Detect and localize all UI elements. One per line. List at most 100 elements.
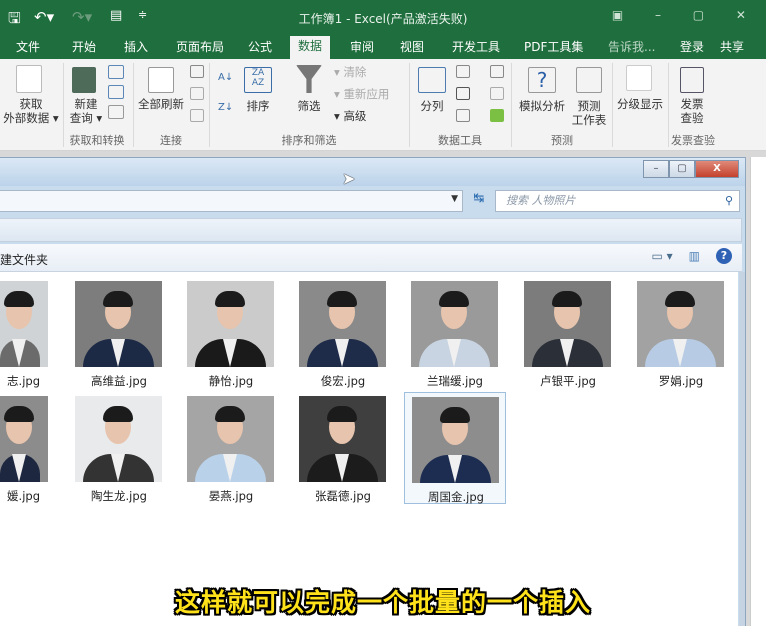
explorer-title-bar[interactable]: – ▢ X	[0, 158, 745, 186]
tab-0[interactable]: 文件	[8, 38, 48, 59]
what-if-icon: ?	[528, 67, 556, 93]
file-item[interactable]: 静怡.jpg	[180, 277, 282, 389]
file-name: 静怡.jpg	[208, 374, 254, 388]
text-to-columns-button[interactable]: 分列	[414, 99, 450, 113]
refresh-icon[interactable]: ↹	[468, 191, 490, 211]
file-item[interactable]: 罗娟.jpg	[630, 277, 732, 389]
search-input[interactable]: 搜索 人物照片 ⚲	[495, 190, 740, 212]
menu-band	[0, 218, 742, 242]
view-options-icon[interactable]: ▭ ▾	[651, 249, 672, 263]
forecast-sheet-button[interactable]: 预测 工作表	[570, 99, 608, 127]
outline-icon	[626, 65, 652, 91]
new-folder-button[interactable]: 建文件夹	[0, 251, 48, 268]
outline-button[interactable]: 分级显示	[614, 97, 666, 111]
file-item[interactable]: 卢银平.jpg	[517, 277, 619, 389]
connections-icon[interactable]	[190, 65, 204, 78]
command-bar: 建文件夹 ▭ ▾ ▥ ?	[0, 244, 742, 272]
file-item[interactable]: 媛.jpg	[0, 392, 48, 504]
group-label: 数据工具	[438, 134, 482, 147]
photo-thumbnail	[411, 281, 498, 367]
tab-11[interactable]: 登录	[672, 38, 712, 59]
advanced-button[interactable]: ▾ 高级	[334, 109, 366, 123]
photo-thumbnail	[637, 281, 724, 367]
tab-2[interactable]: 插入	[116, 38, 156, 59]
photo-thumbnail	[0, 396, 48, 482]
file-name: 高维益.jpg	[91, 374, 147, 388]
data-validation-icon[interactable]	[456, 109, 470, 122]
file-item[interactable]: 兰瑞缓.jpg	[404, 277, 506, 389]
ribbon-tabs: 文件 开始 插入 页面布局 公式 数据 审阅 视图 开发工具 PDF工具集 告诉我... 登录 共享	[0, 35, 766, 59]
remove-duplicates-icon[interactable]	[456, 87, 470, 100]
scrollbar[interactable]	[739, 272, 745, 626]
file-item[interactable]: 陶生龙.jpg	[68, 392, 170, 504]
photo-thumbnail	[75, 281, 162, 367]
chevron-down-icon[interactable]: ▼	[451, 194, 458, 204]
tab-3[interactable]: 页面布局	[168, 38, 232, 59]
file-name: 张磊德.jpg	[315, 489, 371, 503]
manage-data-model-icon[interactable]	[490, 109, 504, 122]
tab-6[interactable]: 审阅	[342, 38, 382, 59]
address-bar[interactable]: ▼	[0, 190, 463, 212]
file-item[interactable]: 周国金.jpg	[404, 392, 506, 504]
tab-12[interactable]: 共享	[712, 38, 752, 59]
file-item[interactable]: 晏燕.jpg	[180, 392, 282, 504]
tab-4[interactable]: 公式	[240, 38, 280, 59]
sort-icon: ZA AZ	[244, 67, 272, 93]
group-label: 预测	[551, 134, 573, 147]
search-placeholder: 搜索 人物照片	[506, 194, 576, 207]
invoice-check-button[interactable]: 发票 查验	[672, 97, 712, 125]
window-controls[interactable]: ▣ – ▢ ✕	[612, 8, 760, 22]
mouse-cursor-icon: ➤	[342, 169, 356, 188]
refresh-all-icon	[148, 67, 174, 93]
sort-button[interactable]: 排序	[240, 99, 276, 113]
tab-9[interactable]: PDF工具集	[516, 38, 591, 59]
file-item[interactable]: 高维益.jpg	[68, 277, 170, 389]
relationships-icon[interactable]	[490, 87, 504, 100]
from-table-icon[interactable]	[108, 85, 124, 99]
get-data-icon	[16, 65, 42, 93]
title-bar: 🖫 ↶▾ ↷▾ ▤ ≑ 工作簿1 - Excel(产品激活失败) ▣ – ▢ ✕	[0, 0, 766, 35]
show-queries-icon[interactable]	[108, 65, 124, 79]
group-label: 获取和转换	[69, 134, 125, 147]
tab-5[interactable]: 数据	[290, 36, 331, 59]
reapply-button[interactable]: ▾ 重新应用	[334, 87, 389, 101]
photo-thumbnail	[0, 281, 48, 367]
sort-za-icon[interactable]: Z↓	[218, 101, 233, 115]
flash-fill-icon[interactable]	[456, 65, 470, 78]
maximize-button[interactable]: ▢	[669, 160, 695, 178]
tab-10[interactable]: 告诉我...	[600, 38, 663, 59]
minimize-button[interactable]: –	[643, 160, 669, 178]
filter-button[interactable]: 筛选	[290, 99, 328, 113]
help-icon[interactable]: ?	[716, 248, 732, 264]
file-name: 兰瑞缓.jpg	[427, 374, 483, 388]
file-item[interactable]: 志.jpg	[0, 277, 48, 389]
what-if-analysis-button[interactable]: 模拟分析	[514, 99, 570, 113]
video-subtitle: 这样就可以完成一个批量的一个插入	[174, 588, 591, 617]
get-external-data-button[interactable]: 获取 外部数据 ▾	[0, 97, 62, 125]
tab-7[interactable]: 视图	[392, 38, 432, 59]
preview-pane-icon[interactable]: ▥	[689, 249, 700, 263]
close-button[interactable]: X	[695, 160, 739, 178]
file-item[interactable]: 张磊德.jpg	[292, 392, 394, 504]
properties-icon[interactable]	[190, 87, 204, 100]
clear-button[interactable]: ▾ 清除	[334, 65, 366, 79]
tab-1[interactable]: 开始	[64, 38, 104, 59]
advanced-label: 高级	[343, 109, 367, 123]
new-query-icon	[72, 67, 96, 93]
filter-icon	[296, 65, 322, 93]
file-name: 俊宏.jpg	[320, 374, 366, 388]
sort-az-icon[interactable]: A↓	[218, 71, 233, 85]
search-icon[interactable]: ⚲	[725, 191, 733, 211]
edit-links-icon[interactable]	[190, 109, 204, 122]
refresh-all-button[interactable]: 全部刷新	[134, 97, 188, 111]
file-name: 卢银平.jpg	[540, 374, 596, 388]
photo-thumbnail	[187, 281, 274, 367]
file-item[interactable]: 俊宏.jpg	[292, 277, 394, 389]
tab-8[interactable]: 开发工具	[444, 38, 508, 59]
photo-thumbnail	[524, 281, 611, 367]
consolidate-icon[interactable]	[490, 65, 504, 78]
recent-sources-icon[interactable]	[108, 105, 124, 119]
ribbon: 获取 外部数据 ▾ 新建 查询 ▾ 获取和转换 全部刷新 连接 A↓ Z↓ ZA…	[0, 59, 766, 151]
new-query-button[interactable]: 新建 查询 ▾	[64, 97, 108, 125]
photo-thumbnail	[299, 281, 386, 367]
